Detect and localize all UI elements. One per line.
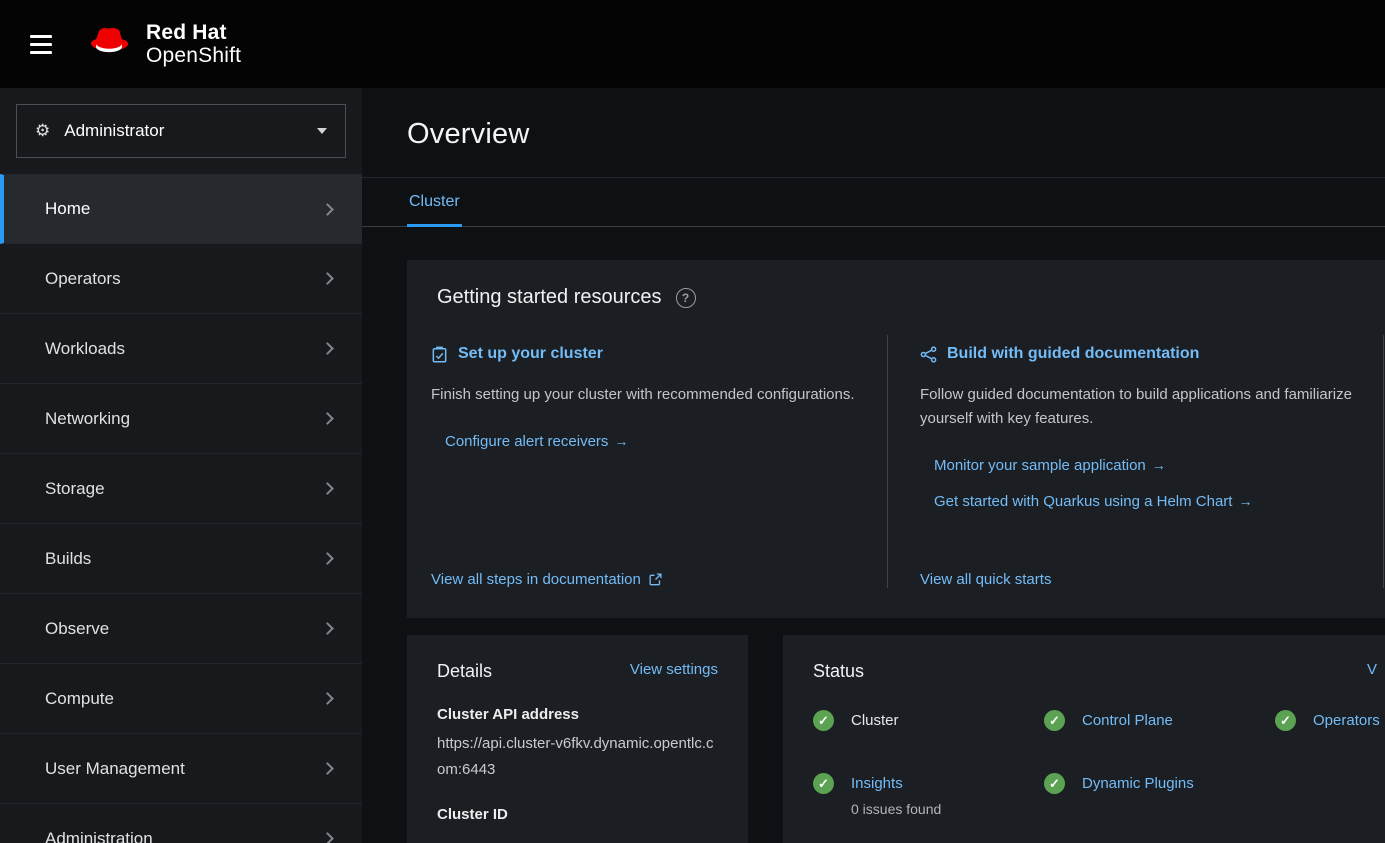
clipboard-check-icon <box>431 346 448 363</box>
overview-content: Getting started resources ? Set up your … <box>362 227 1385 843</box>
chevron-right-icon <box>321 412 334 425</box>
nav-label: User Management <box>45 759 185 779</box>
details-card: Details View settings Cluster API addres… <box>407 635 748 843</box>
guided-documentation-column: Build with guided documentation Follow g… <box>887 335 1383 588</box>
nav-label: Observe <box>45 619 109 639</box>
success-check-icon: ✓ <box>1275 710 1296 731</box>
sidebar-item-administration[interactable]: Administration <box>0 804 362 843</box>
status-item-control-plane: ✓ Control Plane <box>1044 710 1275 731</box>
status-item-insights: ✓ Insights 0 issues found <box>813 773 1044 817</box>
help-icon[interactable]: ? <box>676 288 696 308</box>
setup-cluster-description: Finish setting up your cluster with reco… <box>431 383 857 407</box>
success-check-icon: ✓ <box>1044 710 1065 731</box>
nav-label: Workloads <box>45 339 125 359</box>
chevron-right-icon <box>321 272 334 285</box>
sidebar-nav: Home Operators Workloads Networking Stor… <box>0 174 362 843</box>
page-header: Overview <box>362 88 1385 178</box>
gear-icon: ⚙ <box>35 121 50 141</box>
nav-label: Compute <box>45 689 114 709</box>
sidebar-item-workloads[interactable]: Workloads <box>0 314 362 384</box>
quarkus-helm-chart-link[interactable]: Get started with Quarkus using a Helm Ch… <box>934 493 1252 510</box>
status-item-operators: ✓ Operators <box>1275 710 1385 731</box>
getting-started-card: Getting started resources ? Set up your … <box>407 260 1385 618</box>
nav-label: Home <box>45 199 90 219</box>
arrow-right-icon: → <box>1238 493 1252 509</box>
nav-label: Administration <box>45 829 153 843</box>
insights-issues-count: 0 issues found <box>851 801 941 817</box>
route-nodes-icon <box>920 346 937 363</box>
main-content: Overview Cluster Getting started resourc… <box>362 88 1385 843</box>
success-check-icon: ✓ <box>813 773 834 794</box>
status-title: Status <box>813 661 864 682</box>
tab-label: Cluster <box>409 193 460 210</box>
nav-label: Operators <box>45 269 121 289</box>
chevron-right-icon <box>321 203 334 216</box>
sidebar-item-observe[interactable]: Observe <box>0 594 362 664</box>
nav-toggle-button[interactable] <box>24 27 58 62</box>
nav-label: Storage <box>45 479 105 499</box>
view-settings-link[interactable]: View settings <box>630 661 718 678</box>
arrow-right-icon: → <box>614 433 628 449</box>
brand-line1: Red Hat <box>146 21 241 44</box>
chevron-right-icon <box>321 552 334 565</box>
arrow-right-icon: → <box>1152 457 1166 473</box>
configure-alert-receivers-link[interactable]: Configure alert receivers→ <box>445 433 628 450</box>
sidebar-item-compute[interactable]: Compute <box>0 664 362 734</box>
sidebar-item-builds[interactable]: Builds <box>0 524 362 594</box>
chevron-right-icon <box>321 622 334 635</box>
cluster-api-address-value: https://api.cluster-v6fkv.dynamic.opentl… <box>437 731 718 782</box>
status-item-dynamic-plugins: ✓ Dynamic Plugins <box>1044 773 1275 817</box>
redhat-hat-icon <box>88 27 134 61</box>
chevron-right-icon <box>321 832 334 843</box>
sidebar-item-operators[interactable]: Operators <box>0 244 362 314</box>
redhat-openshift-logo: Red Hat OpenShift <box>88 21 241 67</box>
hamburger-icon <box>30 35 52 38</box>
chevron-right-icon <box>321 762 334 775</box>
sidebar: ⚙ Administrator Home Operators Workloads… <box>0 88 362 843</box>
getting-started-title: Getting started resources <box>437 286 662 309</box>
tab-cluster[interactable]: Cluster <box>407 178 462 227</box>
guided-documentation-description: Follow guided documentation to build app… <box>920 383 1352 431</box>
tab-bar: Cluster <box>362 178 1385 227</box>
view-alerts-link-truncated[interactable]: V <box>1367 661 1377 678</box>
cluster-id-label: Cluster ID <box>437 806 718 823</box>
chevron-right-icon <box>321 342 334 355</box>
monitor-sample-application-link[interactable]: Monitor your sample application→ <box>934 457 1166 474</box>
external-link-icon <box>649 573 662 586</box>
nav-label: Networking <box>45 409 130 429</box>
sidebar-item-user-management[interactable]: User Management <box>0 734 362 804</box>
chevron-right-icon <box>321 482 334 495</box>
success-check-icon: ✓ <box>1044 773 1065 794</box>
view-all-steps-link[interactable]: View all steps in documentation <box>431 571 662 588</box>
chevron-right-icon <box>321 692 334 705</box>
masthead: Red Hat OpenShift <box>0 0 1385 88</box>
sidebar-item-storage[interactable]: Storage <box>0 454 362 524</box>
brand-line2: OpenShift <box>146 44 241 67</box>
status-card: Status V ✓ Cluster ✓ Control Plane <box>783 635 1385 843</box>
setup-cluster-heading[interactable]: Set up your cluster <box>431 345 857 363</box>
nav-label: Builds <box>45 549 91 569</box>
cluster-api-address-label: Cluster API address <box>437 706 718 723</box>
perspective-switcher[interactable]: ⚙ Administrator <box>16 104 346 158</box>
sidebar-item-networking[interactable]: Networking <box>0 384 362 454</box>
sidebar-item-home[interactable]: Home <box>0 174 362 244</box>
status-item-cluster: ✓ Cluster <box>813 710 1044 731</box>
success-check-icon: ✓ <box>813 710 834 731</box>
view-all-quick-starts-link[interactable]: View all quick starts <box>920 571 1051 588</box>
chevron-down-icon <box>317 128 327 134</box>
guided-documentation-heading[interactable]: Build with guided documentation <box>920 345 1359 363</box>
details-title: Details <box>437 661 492 682</box>
page-title: Overview <box>407 118 1340 151</box>
perspective-label: Administrator <box>64 121 164 141</box>
setup-cluster-column: Set up your cluster Finish setting up yo… <box>407 335 887 588</box>
